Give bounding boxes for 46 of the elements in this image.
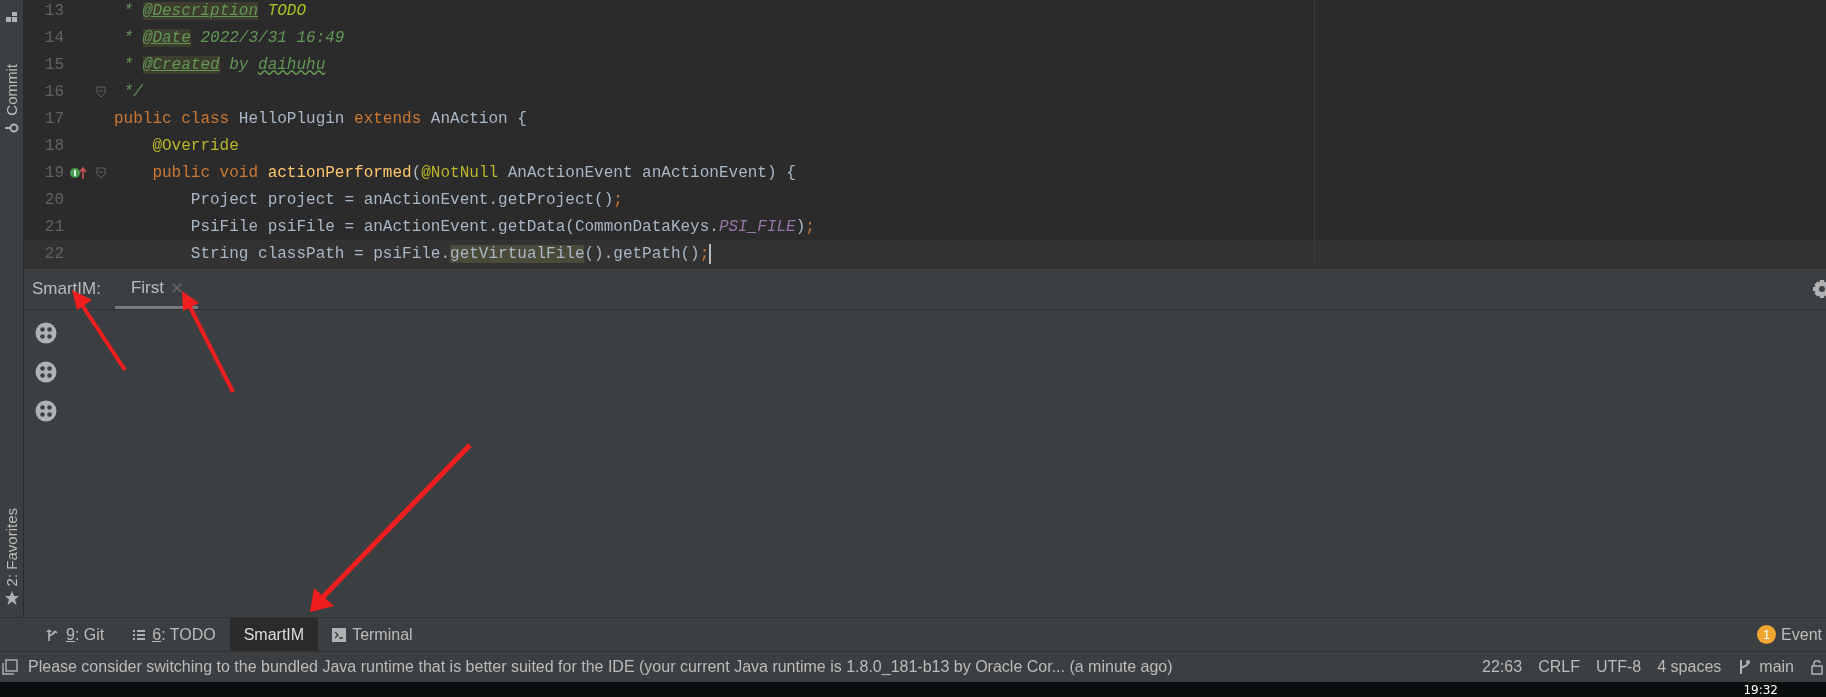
file-encoding[interactable]: UTF-8 — [1595, 658, 1642, 676]
star-icon — [4, 591, 19, 605]
tool-window-title: SmartIM: — [32, 279, 101, 299]
code-line: public void actionPerformed(@NotNull AnActionEvent anActionEvent) { — [151, 163, 796, 182]
tool-window-tab[interactable]: 6: TODO — [118, 618, 230, 651]
status-message[interactable]: Please consider switching to the bundled Java runtime that is better suited for the IDE (your current Java runtime is 1.8.0_181-b13 by Oracle Cor... (a minute ago) — [28, 658, 1467, 676]
line-number: 20 — [43, 190, 64, 209]
taskbar-clock: 19:32 — [1743, 684, 1778, 697]
caret-position[interactable]: 22:63 — [1482, 658, 1523, 676]
structure-icon[interactable] — [5, 12, 18, 24]
line-number: 13 — [43, 1, 64, 20]
side-tab[interactable]: 2: Favorites — [3, 507, 20, 586]
code-line: */ — [122, 82, 143, 101]
code-line: String classPath = psiFile.getVirtualFile().getPath(); — [189, 243, 712, 264]
code-line: PsiFile psiFile = anActionEvent.getData(CommonDataKeys.PSI_FILE); — [189, 217, 815, 236]
line-number: 19 — [43, 163, 64, 182]
git-branch[interactable]: main — [1759, 658, 1794, 676]
indent-setting[interactable]: 4 spaces — [1657, 658, 1722, 676]
contact-icon[interactable] — [35, 361, 57, 383]
code-line: @Override — [151, 136, 239, 155]
tool-window-tab[interactable]: SmartIM — [229, 618, 319, 651]
line-number: 15 — [43, 55, 64, 74]
list-icon — [132, 627, 147, 642]
contact-icon[interactable] — [35, 400, 57, 422]
line-number: 18 — [43, 136, 64, 155]
contact-icon[interactable] — [35, 322, 57, 344]
branch-push-icon — [46, 627, 60, 642]
line-number: 21 — [43, 217, 64, 236]
line-number: 16 — [43, 82, 64, 101]
line-number: 14 — [43, 28, 64, 47]
side-tab[interactable]: Commit — [3, 64, 20, 116]
code-line: * @Created by daihuhu — [122, 55, 326, 74]
event-log-tab[interactable]: Event — [1781, 625, 1822, 644]
code-line: Project project = anActionEvent.getProject(); — [189, 190, 623, 209]
settings-icon[interactable] — [1812, 279, 1826, 299]
implements-icon[interactable] — [69, 165, 87, 180]
line-separator[interactable]: CRLF — [1538, 658, 1580, 676]
code-line: public class HelloPlugin extends AnAction { — [113, 109, 527, 128]
tool-window-tab[interactable]: Terminal — [318, 618, 427, 651]
terminal-icon — [332, 627, 347, 642]
line-number: 17 — [43, 109, 64, 128]
window-icon[interactable] — [2, 659, 18, 675]
notification-badge: 1 — [1757, 625, 1777, 644]
lock-icon[interactable] — [1810, 659, 1826, 675]
tool-window-tab[interactable]: 9: Git — [32, 618, 119, 651]
code-line: * @Date 2022/3/31 16:49 — [122, 28, 345, 47]
